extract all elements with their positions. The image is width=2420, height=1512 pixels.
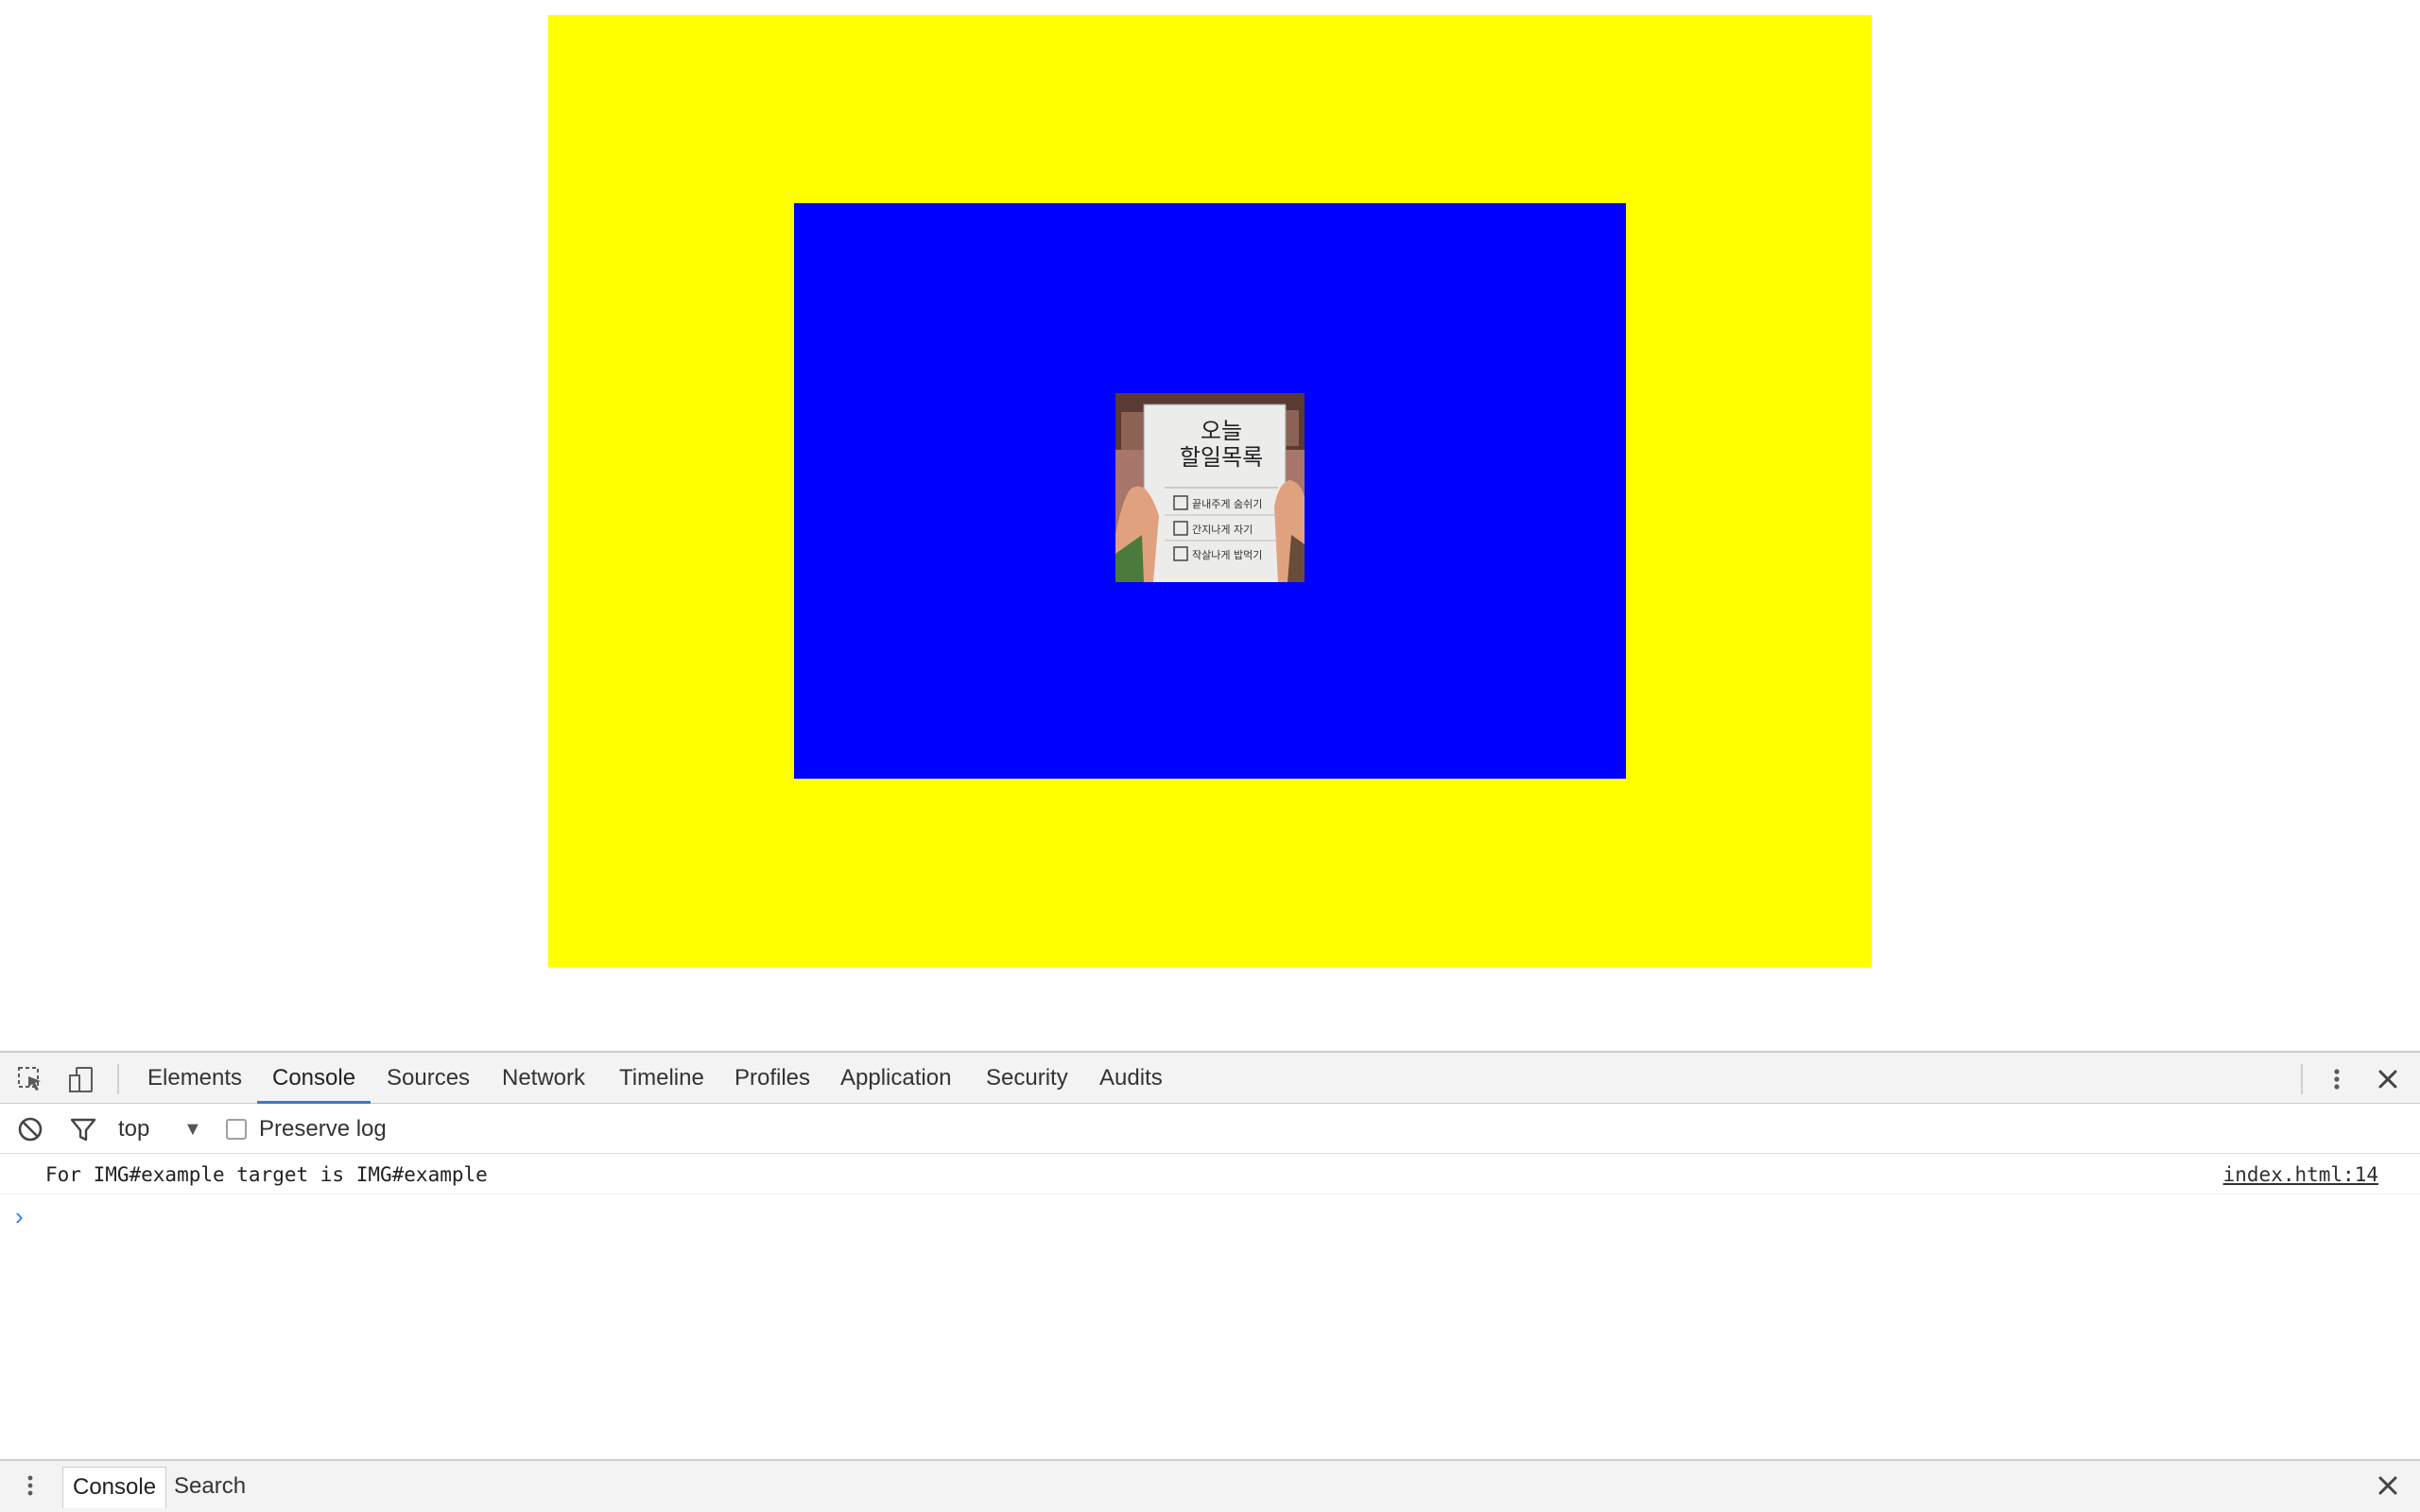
preserve-log-label[interactable]: Preserve log <box>259 1105 387 1154</box>
tab-sources[interactable]: Sources <box>385 1053 472 1104</box>
tab-audits[interactable]: Audits <box>1098 1053 1165 1104</box>
drawer-tab-console[interactable]: Console <box>62 1467 167 1508</box>
device-toolbar-icon[interactable] <box>64 1062 98 1096</box>
clear-console-icon[interactable] <box>13 1112 47 1146</box>
more-vert-icon[interactable] <box>13 1469 47 1503</box>
more-vert-icon[interactable] <box>2320 1062 2354 1096</box>
tab-console[interactable]: Console <box>256 1053 372 1104</box>
console-toolbar: top ▼ Preserve log <box>0 1105 2420 1154</box>
context-dropdown-arrow-icon[interactable]: ▼ <box>183 1105 202 1154</box>
drawer-tab-bar: Console Search <box>0 1459 2420 1512</box>
image-title-line2: 할일목록 <box>1180 444 1263 471</box>
toolbar-divider <box>117 1064 119 1094</box>
example-image: 오늘 할일목록 끝내주게 숨쉬기 간지나게 자기 작살나게 밥먹기 <box>1115 393 1305 582</box>
tab-timeline[interactable]: Timeline <box>617 1053 706 1104</box>
todo-list-illustration: 오늘 할일목록 끝내주게 숨쉬기 간지나게 자기 작살나게 밥먹기 <box>1115 393 1305 582</box>
close-icon[interactable] <box>2371 1469 2405 1503</box>
tab-elements[interactable]: Elements <box>146 1053 244 1104</box>
tab-security[interactable]: Security <box>984 1053 1070 1104</box>
toolbar-divider <box>2301 1064 2303 1094</box>
console-prompt-icon[interactable]: › <box>15 1204 24 1228</box>
preserve-log-checkbox[interactable] <box>226 1119 247 1140</box>
page-viewport: 오늘 할일목록 끝내주게 숨쉬기 간지나게 자기 작살나게 밥먹기 <box>0 0 2420 1051</box>
tab-profiles[interactable]: Profiles <box>733 1053 812 1104</box>
console-message-row: For IMG#example target is IMG#example in… <box>0 1155 2420 1194</box>
image-item-1: 끝내주게 숨쉬기 <box>1192 498 1262 510</box>
devtools-tab-bar: Elements Console Sources Network Timelin… <box>0 1053 2420 1104</box>
image-item-3: 작살나게 밥먹기 <box>1192 549 1262 561</box>
inspect-element-icon[interactable] <box>13 1062 47 1096</box>
tab-network[interactable]: Network <box>500 1053 587 1104</box>
image-item-2: 간지나게 자기 <box>1192 524 1253 536</box>
filter-icon[interactable] <box>66 1112 100 1146</box>
devtools-panel: Elements Console Sources Network Timelin… <box>0 1051 2420 1512</box>
tab-application[interactable]: Application <box>838 1053 953 1104</box>
image-title-line1: 오늘 <box>1201 418 1242 444</box>
console-messages: For IMG#example target is IMG#example in… <box>0 1155 2420 1228</box>
context-selector[interactable]: top <box>118 1105 149 1154</box>
console-source-link[interactable]: index.html:14 <box>2223 1155 2378 1194</box>
drawer-tab-search[interactable]: Search <box>164 1467 255 1508</box>
console-message-text: For IMG#example target is IMG#example <box>45 1163 488 1186</box>
close-icon[interactable] <box>2371 1062 2405 1096</box>
